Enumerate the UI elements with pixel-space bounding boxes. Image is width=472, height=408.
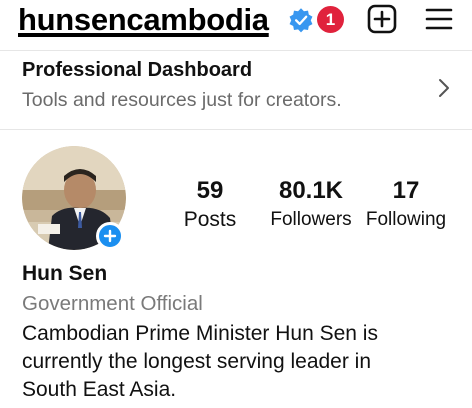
notification-badge[interactable]: 1 <box>317 6 344 33</box>
profile-category: Government Official <box>22 292 203 315</box>
verified-badge-icon <box>289 8 313 33</box>
posts-stat[interactable]: 59 Posts <box>170 176 250 234</box>
plus-icon <box>103 229 117 243</box>
bio-line: Cambodian Prime Minister Hun Sen is <box>22 322 378 345</box>
username-title[interactable]: hunsencambodia <box>18 2 269 38</box>
profile-avatar[interactable] <box>22 146 126 250</box>
posts-count: 59 <box>196 177 224 204</box>
following-stat[interactable]: 17 Following <box>360 176 452 234</box>
chevron-right-icon <box>439 79 449 97</box>
followers-stat[interactable]: 80.1K Followers <box>262 176 360 234</box>
hamburger-menu-icon[interactable] <box>425 7 453 31</box>
plus-badge-icon[interactable] <box>96 222 124 250</box>
bio-line: currently the longest serving leader in <box>22 350 372 373</box>
following-label: Following <box>365 209 447 230</box>
bio-line: South East Asia. <box>22 378 177 401</box>
profile-name: Hun Sen <box>22 262 108 285</box>
profile-bio: Cambodian Prime Minister Hun Sen is curr… <box>22 320 462 404</box>
followers-label: Followers <box>270 209 352 230</box>
posts-label: Posts <box>183 208 237 231</box>
followers-count: 80.1K <box>278 177 344 204</box>
top-bar: hunsencambodia 1 <box>0 0 472 42</box>
following-count: 17 <box>392 177 420 204</box>
plus-square-icon[interactable] <box>367 4 397 34</box>
professional-dashboard-row[interactable]: Professional Dashboard Tools and resourc… <box>0 50 472 130</box>
dashboard-title: Professional Dashboard <box>22 59 253 81</box>
dashboard-subtitle: Tools and resources just for creators. <box>22 89 342 111</box>
